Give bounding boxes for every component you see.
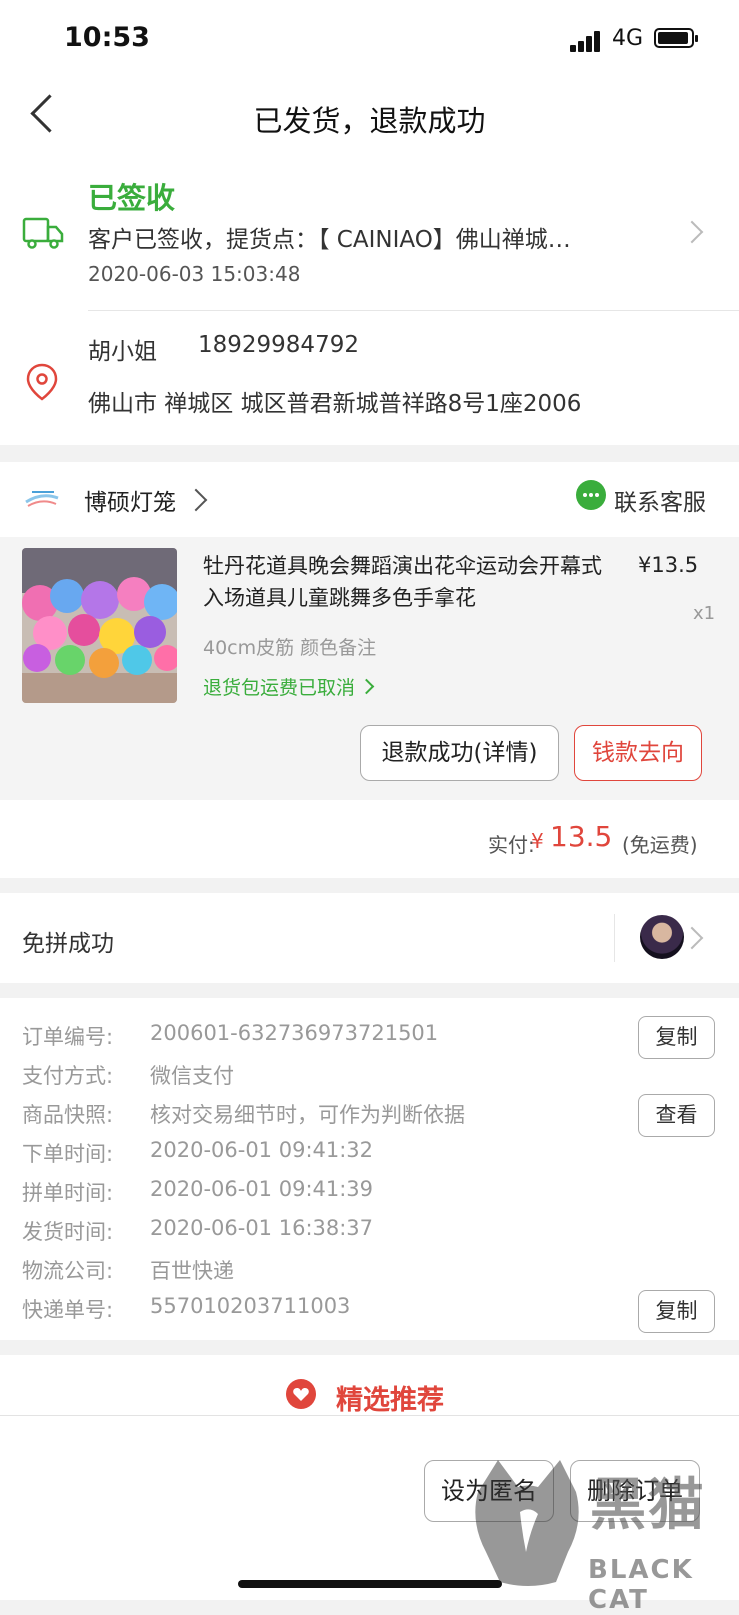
avatar[interactable]	[640, 915, 684, 959]
recipient-address: 佛山市 禅城区 城区普君新城普祥路8号1座2006	[88, 391, 582, 417]
home-indicator	[238, 1580, 502, 1588]
shop-name[interactable]: 博硕灯笼	[84, 483, 176, 517]
network-type: 4G	[612, 26, 644, 51]
contact-service-button[interactable]: 联系客服	[614, 483, 706, 517]
courier-label: 物流公司:	[22, 1259, 114, 1283]
order-time: 2020-06-01 09:41:32	[150, 1138, 374, 1162]
refund-detail-button[interactable]: 退款成功(详情)	[360, 725, 559, 781]
product-image[interactable]	[22, 548, 177, 703]
tracking-number: 557010203711003	[150, 1294, 351, 1318]
battery-icon	[654, 28, 698, 48]
copy-tracking-button[interactable]: 复制	[638, 1290, 715, 1333]
location-pin-icon	[26, 363, 58, 401]
courier: 百世快递	[150, 1259, 234, 1283]
watermark-en: BLACK CAT	[588, 1555, 694, 1615]
status-time: 10:53	[64, 22, 150, 53]
product-price: ¥13.5	[638, 553, 699, 577]
product-quantity: x1	[693, 603, 716, 624]
order-time-label: 下单时间:	[22, 1142, 114, 1166]
payment-method: 微信支付	[150, 1064, 234, 1088]
refund-note-text: 退货包运费已取消	[203, 677, 356, 699]
group-status: 免拼成功	[22, 931, 114, 957]
order-number-label: 订单编号:	[22, 1025, 114, 1049]
snapshot-value: 核对交易细节时，可作为判断依据	[150, 1103, 465, 1127]
signal-icon	[570, 30, 602, 52]
product-title[interactable]: 牡丹花道具晚会舞蹈演出花伞运动会开幕式入场道具儿童跳舞多色手拿花	[203, 550, 613, 614]
shipping-note: (免运费)	[622, 833, 698, 857]
logistics-status: 已签收	[88, 181, 176, 215]
group-time-label: 拼单时间:	[22, 1181, 114, 1205]
recipient-phone: 18929984792	[198, 332, 359, 358]
money-flow-button[interactable]: 钱款去向	[574, 725, 702, 781]
chevron-right-icon	[358, 678, 375, 695]
logistics-time: 2020-06-03 15:03:48	[88, 262, 301, 286]
snapshot-label: 商品快照:	[22, 1103, 114, 1127]
paid-label: 实付:	[488, 833, 535, 857]
tracking-number-label: 快递单号:	[22, 1298, 114, 1322]
recommend-title: 精选推荐	[336, 1385, 444, 1416]
payment-method-label: 支付方式:	[22, 1064, 114, 1088]
address-card	[0, 310, 739, 445]
refund-shipping-note[interactable]: 退货包运费已取消	[203, 673, 375, 700]
product-spec: 40cm皮筋 颜色备注	[203, 637, 377, 659]
paid-amount: 13.5	[550, 820, 613, 853]
shop-logo[interactable]	[22, 480, 62, 516]
paid-currency: ¥	[531, 829, 544, 853]
heart-icon	[286, 1379, 316, 1409]
logistics-description: 客户已签收，提货点：【 CAINIAO】佛山禅城…	[88, 227, 571, 253]
copy-order-number-button[interactable]: 复制	[638, 1016, 715, 1059]
view-snapshot-button[interactable]: 查看	[638, 1094, 715, 1137]
recipient-name: 胡小姐	[88, 339, 157, 365]
group-time: 2020-06-01 09:41:39	[150, 1177, 374, 1201]
ship-time-label: 发货时间:	[22, 1220, 114, 1244]
page-title: 已发货，退款成功	[253, 104, 486, 138]
divider	[88, 310, 739, 311]
black-cat-logo	[475, 1460, 579, 1586]
watermark-cn: 黑猫	[590, 1473, 706, 1538]
order-number: 200601-632736973721501	[150, 1021, 439, 1045]
ship-time: 2020-06-01 16:38:37	[150, 1216, 374, 1240]
truck-icon	[22, 217, 64, 249]
chat-icon[interactable]	[576, 480, 606, 510]
divider	[614, 914, 615, 962]
